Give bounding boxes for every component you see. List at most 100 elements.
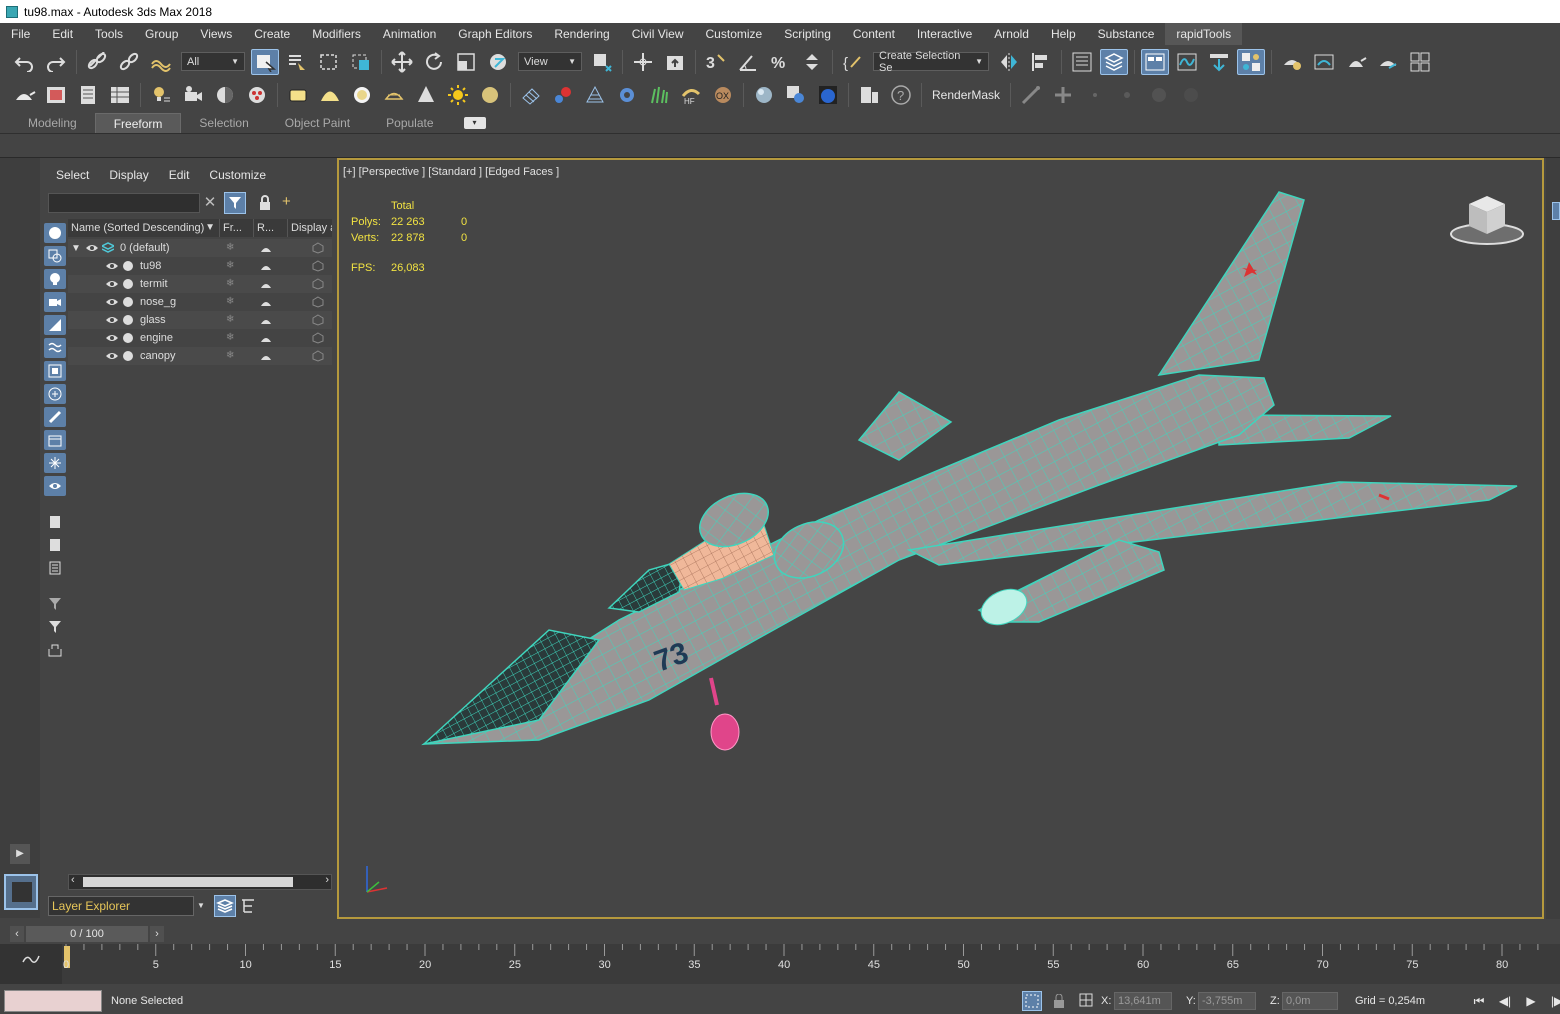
render-teapot-icon[interactable] — [260, 278, 272, 290]
toggle-scene-explorer-button[interactable] — [1068, 49, 1096, 75]
scroll-left-icon[interactable]: ‹ — [71, 874, 75, 886]
render-teapot-icon[interactable] — [260, 332, 272, 344]
explorer-horizontal-scrollbar[interactable]: ‹ › — [68, 874, 332, 890]
move-button[interactable] — [388, 49, 416, 75]
render-teapot-icon[interactable] — [260, 314, 272, 326]
display-box-icon[interactable] — [312, 260, 324, 272]
dot-tool-button-3[interactable] — [1145, 82, 1173, 108]
curve-trackbar-icon[interactable] — [22, 952, 40, 966]
display-box-icon[interactable] — [312, 332, 324, 344]
mirror-button[interactable] — [995, 49, 1023, 75]
filter-helpers-button[interactable] — [44, 315, 66, 335]
grid-scatter-button[interactable] — [517, 82, 545, 108]
frozen-snowflake-icon[interactable]: ❄ — [226, 278, 238, 290]
object-row-engine[interactable]: engine ❄ — [68, 329, 332, 347]
percent-snap-button[interactable]: % — [766, 49, 794, 75]
dot-tool-button-4[interactable] — [1177, 82, 1205, 108]
maxscript-listener[interactable] — [4, 990, 102, 1012]
tu98-aircraft-wireframe[interactable]: 73 — [339, 160, 1542, 917]
time-slider-prev-button[interactable]: ‹ — [10, 926, 24, 942]
keyboard-shortcut-override-button[interactable] — [661, 49, 689, 75]
menu-tools[interactable]: Tools — [84, 23, 134, 45]
filter-containers-button[interactable] — [44, 430, 66, 450]
previous-frame-button[interactable]: ◀| — [1492, 992, 1518, 1010]
region-select-button[interactable] — [315, 49, 343, 75]
display-box-icon[interactable] — [312, 242, 324, 254]
filter-layer-button[interactable] — [44, 640, 66, 660]
menu-help[interactable]: Help — [1040, 23, 1087, 45]
select-manipulate-button[interactable] — [629, 49, 657, 75]
frozen-snowflake-icon[interactable]: ❄ — [226, 260, 238, 272]
explorer-menu-select[interactable]: Select — [56, 168, 89, 182]
isolate-selection-button[interactable] — [1022, 991, 1042, 1011]
filter-toggle-button[interactable] — [224, 192, 246, 214]
filter-xrefs-button[interactable] — [44, 384, 66, 404]
menu-rapidtools[interactable]: rapidTools — [1165, 23, 1243, 45]
menu-group[interactable]: Group — [134, 23, 189, 45]
scroll-right-icon[interactable]: › — [325, 874, 329, 886]
display-invert-button[interactable] — [44, 558, 66, 578]
display-box-icon[interactable] — [312, 278, 324, 290]
dot-tool-button-2[interactable] — [1113, 82, 1141, 108]
lock-selection-icon[interactable] — [1052, 994, 1066, 1008]
z-coordinate-field[interactable]: 0,0m — [1282, 992, 1338, 1010]
filter-frozen-button[interactable] — [44, 453, 66, 473]
menu-edit[interactable]: Edit — [41, 23, 84, 45]
undo-button[interactable] — [10, 49, 38, 75]
eye-icon[interactable] — [86, 242, 98, 254]
go-to-start-button[interactable]: ⏮ — [1466, 992, 1492, 1010]
material-slot-button[interactable] — [782, 82, 810, 108]
frozen-snowflake-icon[interactable]: ❄ — [226, 332, 238, 344]
display-none-button[interactable] — [44, 535, 66, 555]
material-editor-button[interactable] — [1237, 48, 1265, 75]
render-teapot-icon[interactable] — [260, 242, 272, 254]
add-tool-button[interactable] — [1049, 82, 1077, 108]
menu-scripting[interactable]: Scripting — [773, 23, 842, 45]
light-lister-button[interactable] — [147, 82, 175, 108]
menu-interactive[interactable]: Interactive — [906, 23, 983, 45]
menu-views[interactable]: Views — [189, 23, 243, 45]
column-name[interactable]: Name (Sorted Descending) ▼ — [68, 219, 220, 237]
help-button[interactable]: ? — [887, 82, 915, 108]
layer-row-default[interactable]: ▼ 0 (default) ❄ — [68, 239, 332, 257]
clear-search-button[interactable]: ✕ — [202, 194, 218, 212]
omni-light-button[interactable] — [476, 82, 504, 108]
link-button[interactable] — [83, 49, 111, 75]
column-renderable[interactable]: R... — [254, 219, 288, 237]
sort-by-layer-button[interactable] — [214, 895, 236, 917]
sort-by-hierarchy-button[interactable] — [240, 898, 256, 914]
a360-gallery-button[interactable] — [1406, 49, 1434, 75]
column-display[interactable]: Display a — [288, 219, 332, 237]
time-slider-frame[interactable]: 0 / 100 — [26, 926, 148, 942]
next-frame-button[interactable]: |▶ — [1544, 992, 1560, 1010]
create-selection-set-dropdown[interactable]: Create Selection Se ▼ — [873, 50, 989, 74]
object-row-tu98[interactable]: tu98 ❄ — [68, 257, 332, 275]
object-row-glass[interactable]: glass ❄ — [68, 311, 332, 329]
filter-geometry-button[interactable] — [44, 223, 66, 243]
menu-rendering[interactable]: Rendering — [543, 23, 620, 45]
render-teapot-icon[interactable] — [260, 296, 272, 308]
filter-spacewarps-button[interactable] — [44, 338, 66, 358]
align-button[interactable] — [1027, 49, 1055, 75]
menu-file[interactable]: File — [0, 23, 41, 45]
scrollbar-thumb[interactable] — [83, 877, 293, 887]
filter-hidden-button[interactable] — [44, 476, 66, 496]
select-by-name-button[interactable] — [283, 49, 311, 75]
display-box-icon[interactable] — [312, 314, 324, 326]
render-teapot-icon[interactable] — [260, 260, 272, 272]
gear-object-button[interactable] — [613, 82, 641, 108]
table-view-button[interactable] — [106, 82, 134, 108]
tab-freeform[interactable]: Freeform — [94, 113, 182, 133]
foliage-button[interactable] — [645, 82, 673, 108]
phone-layout-button[interactable] — [855, 82, 883, 108]
eye-icon[interactable] — [106, 350, 118, 362]
explorer-search-input[interactable] — [48, 193, 200, 213]
filter-cameras-button[interactable] — [44, 292, 66, 312]
perspective-viewport[interactable]: [+] [Perspective ] [Standard ] [Edged Fa… — [337, 158, 1544, 919]
camera-button[interactable] — [179, 82, 207, 108]
sun-light-button[interactable] — [444, 82, 472, 108]
tab-populate[interactable]: Populate — [368, 113, 451, 133]
cone-primitive-button[interactable] — [412, 82, 440, 108]
trackbar-ruler[interactable]: 0 5 10 15 20 25 30 35 40 45 50 55 60 65 70 75 80 — [62, 944, 1560, 984]
explorer-menu-display[interactable]: Display — [109, 168, 148, 182]
